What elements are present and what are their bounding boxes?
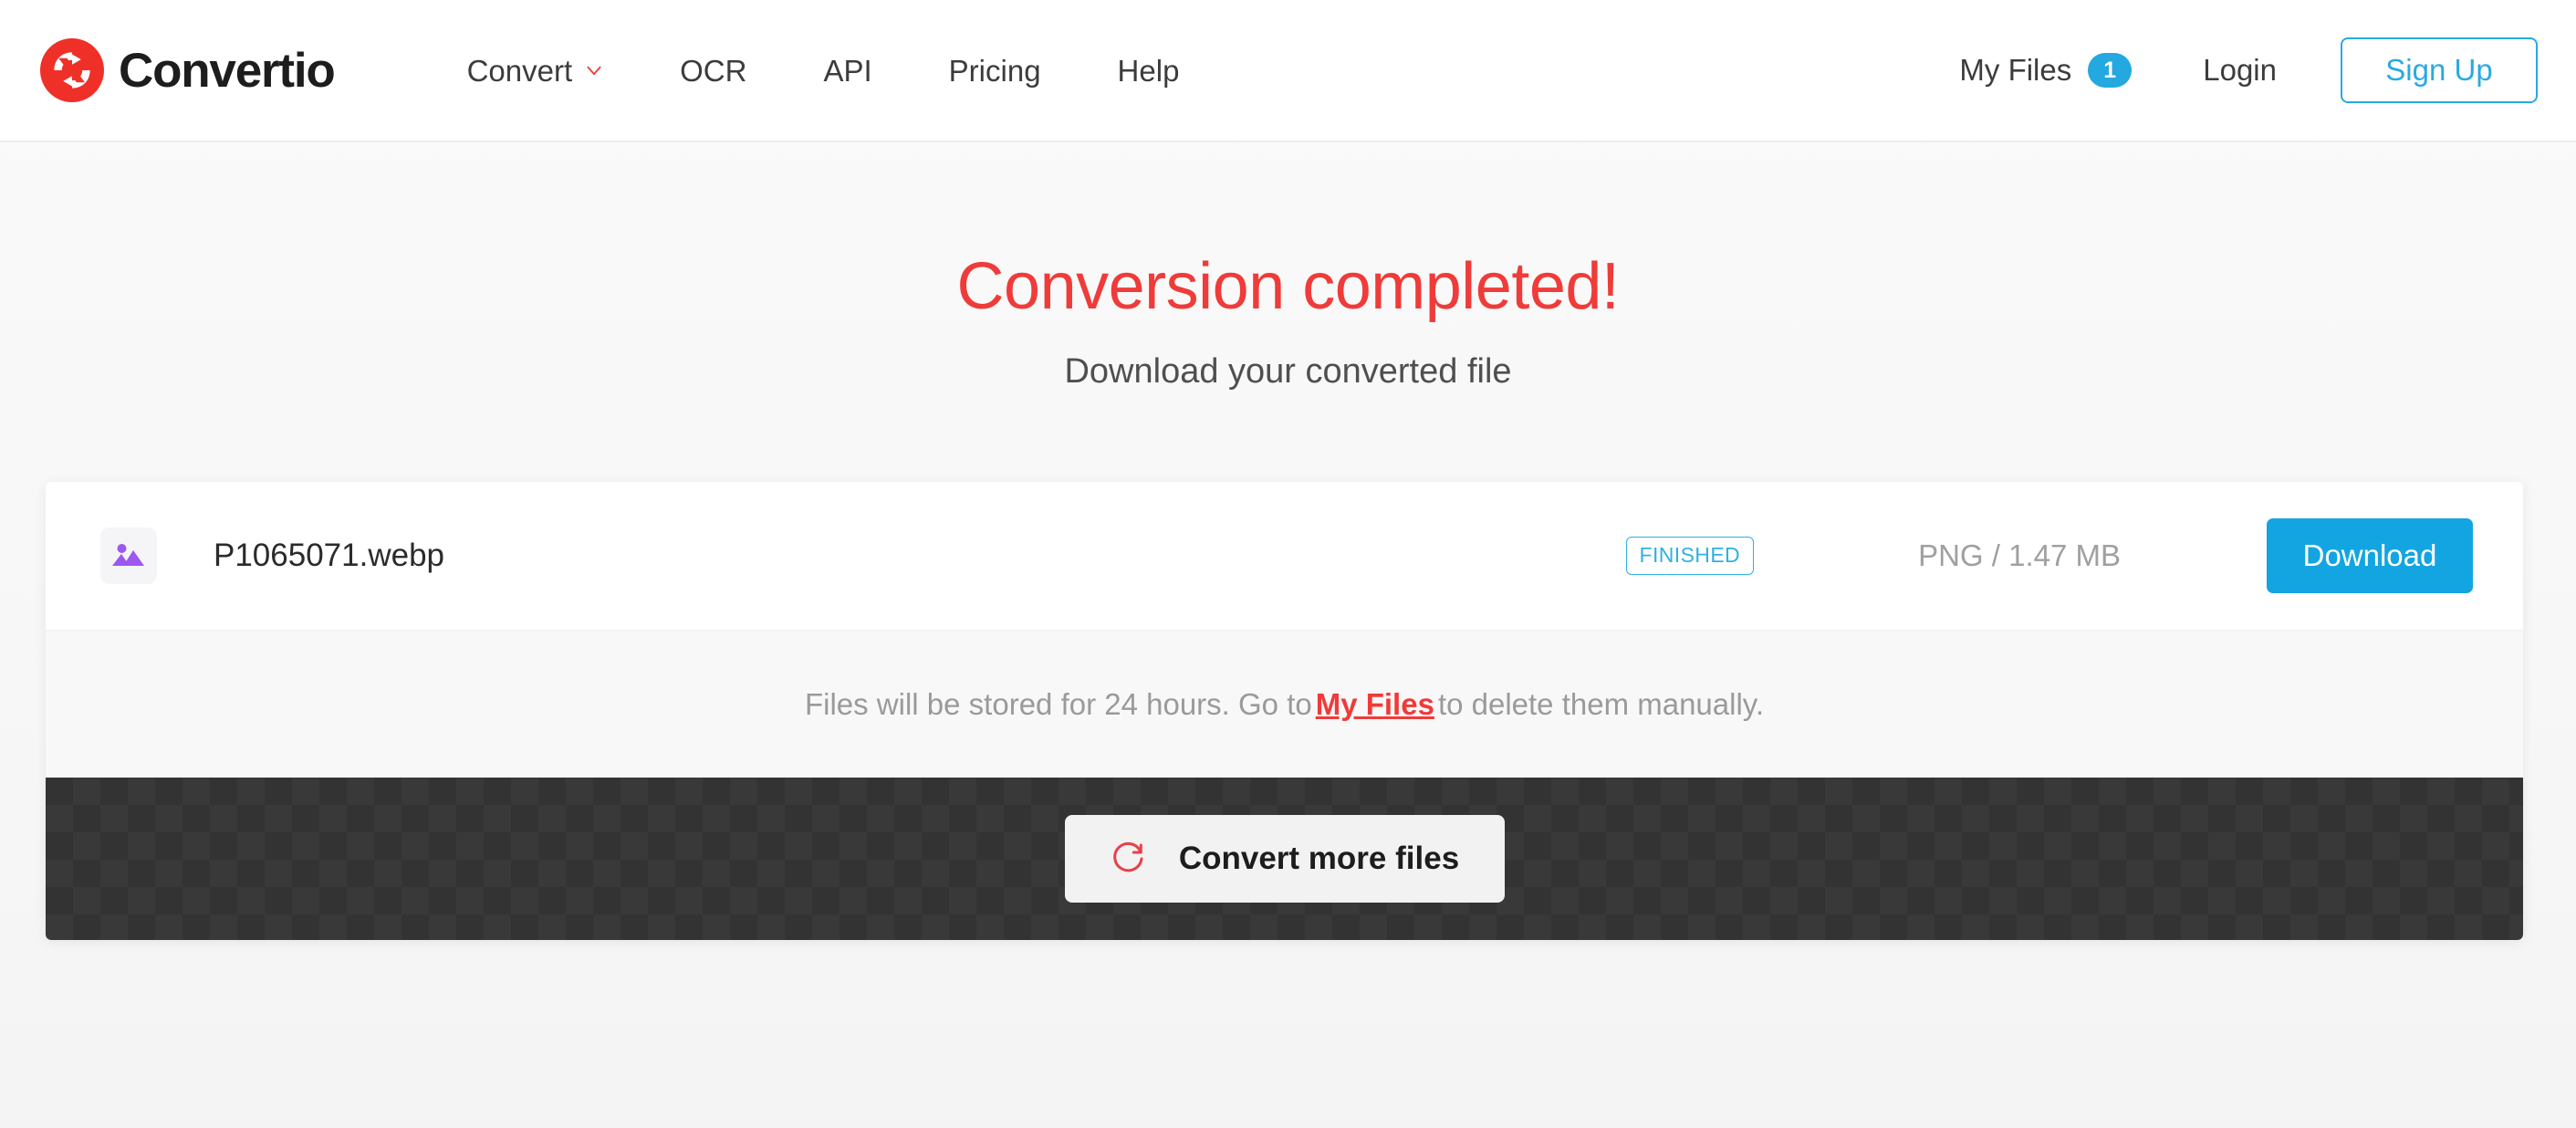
nav-item-help[interactable]: Help bbox=[1079, 56, 1218, 86]
conversion-result-card: P1065071.webp FINISHED PNG / 1.47 MB Dow… bbox=[46, 482, 2523, 940]
nav-item-label: Pricing bbox=[948, 53, 1041, 88]
hero-section: Conversion completed! Download your conv… bbox=[0, 142, 2576, 389]
image-file-glyph bbox=[112, 544, 144, 566]
nav-item-label: Help bbox=[1117, 53, 1180, 88]
nav-item-label: API bbox=[823, 53, 872, 88]
page-subtitle: Download your converted file bbox=[1064, 352, 1512, 391]
convert-more-files-label: Convert more files bbox=[1178, 841, 1460, 876]
storage-notice: Files will be stored for 24 hours. Go to… bbox=[46, 630, 2523, 778]
brand-logo-link[interactable]: Convertio bbox=[40, 38, 336, 102]
convertio-circular-arrows-logo-icon bbox=[40, 38, 104, 102]
my-files-label: My Files bbox=[1959, 53, 2072, 87]
nav-item-label: OCR bbox=[680, 53, 747, 88]
my-files-count-badge: 1 bbox=[2088, 53, 2133, 88]
table-row: P1065071.webp FINISHED PNG / 1.47 MB Dow… bbox=[46, 482, 2523, 630]
page-root: Convertio Convert OCR API Pricing Help M… bbox=[0, 0, 2576, 1128]
header-actions: My Files 1 Login Sign Up bbox=[1959, 37, 2538, 103]
nav-item-pricing[interactable]: Pricing bbox=[911, 56, 1079, 86]
nav-item-label: Convert bbox=[466, 53, 573, 88]
refresh-circular-arrow-icon bbox=[1113, 841, 1143, 872]
nav-item-ocr[interactable]: OCR bbox=[641, 56, 785, 86]
page-title: Conversion completed! bbox=[956, 250, 1620, 323]
my-files-inline-link[interactable]: My Files bbox=[1316, 687, 1434, 722]
status-badge: FINISHED bbox=[1625, 537, 1755, 575]
my-files-link[interactable]: My Files 1 bbox=[1959, 53, 2133, 88]
nav-item-convert[interactable]: Convert bbox=[429, 56, 642, 86]
main-navigation: Convert OCR API Pricing Help bbox=[429, 56, 1218, 86]
convert-more-files-button[interactable]: Convert more files bbox=[1064, 815, 1505, 903]
sign-up-button[interactable]: Sign Up bbox=[2341, 37, 2538, 103]
image-file-icon bbox=[100, 527, 157, 584]
brand-name: Convertio bbox=[119, 43, 336, 98]
storage-notice-text-after: to delete them manually. bbox=[1437, 686, 1765, 721]
storage-notice-text-before: Files will be stored for 24 hours. Go to bbox=[804, 686, 1312, 721]
download-button[interactable]: Download bbox=[2267, 518, 2473, 593]
nav-item-api[interactable]: API bbox=[785, 56, 910, 86]
chevron-down-icon bbox=[587, 66, 601, 76]
file-name: P1065071.webp bbox=[214, 538, 444, 573]
login-link[interactable]: Login bbox=[2203, 53, 2277, 88]
site-header: Convertio Convert OCR API Pricing Help M… bbox=[0, 0, 2576, 142]
file-format-and-size: PNG / 1.47 MB bbox=[1918, 538, 2121, 572]
card-footer: Convert more files bbox=[46, 778, 2523, 940]
